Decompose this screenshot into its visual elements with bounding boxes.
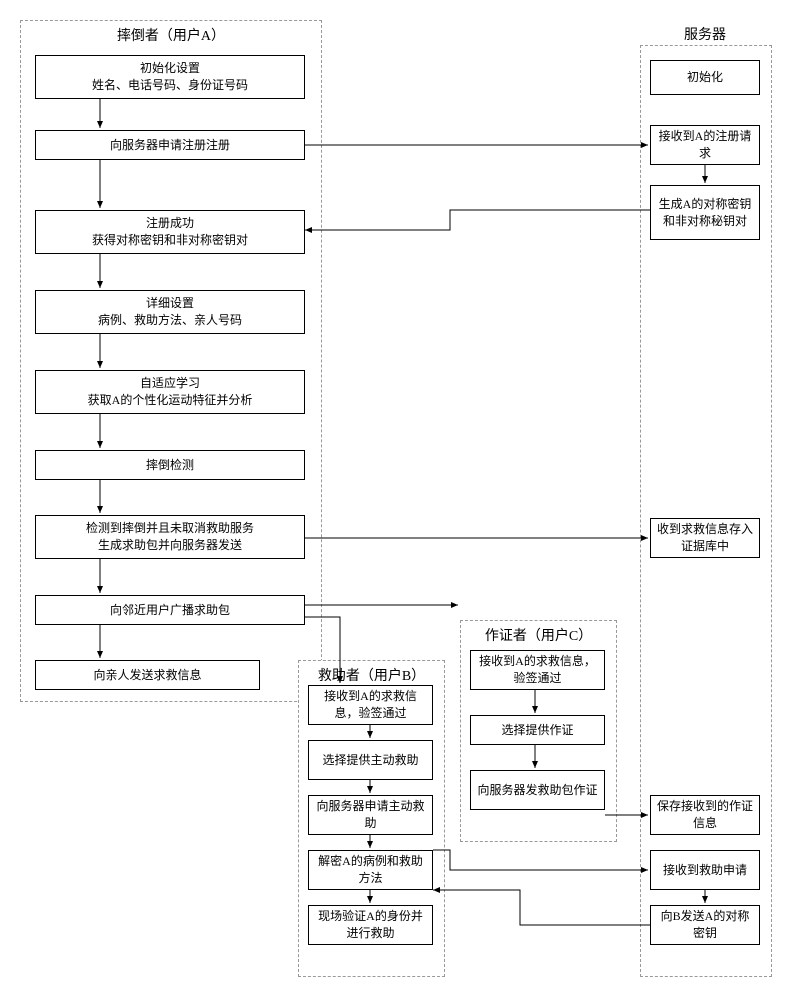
box-s-recv-reg-text: 接收到A的注册请求 <box>657 128 753 162</box>
box-a-family: 向亲人发送求救信息 <box>35 660 260 690</box>
box-b-recv: 接收到A的求救信息，验签通过 <box>308 685 433 725</box>
box-s-init: 初始化 <box>650 60 760 95</box>
box-s-init-text: 初始化 <box>687 69 723 86</box>
box-b-verify: 现场验证A的身份并进行救助 <box>308 905 433 945</box>
box-a-learn: 自适应学习 获取A的个性化运动特征并分析 <box>35 370 305 414</box>
box-b-apply: 向服务器申请主动救助 <box>308 795 433 835</box>
box-s-recv-sos: 收到求救信息存入证据库中 <box>650 518 760 558</box>
box-a-learn-l2: 获取A的个性化运动特征并分析 <box>88 392 253 409</box>
box-c-send: 向服务器发救助包作证 <box>470 770 605 810</box>
box-a-broadcast-text: 向邻近用户广播求助包 <box>110 602 230 619</box>
box-c-choose: 选择提供作证 <box>470 715 605 745</box>
box-s-save-witness-text: 保存接收到的作证信息 <box>657 798 753 832</box>
box-c-recv: 接收到A的求救信息，验签通过 <box>470 650 605 690</box>
box-a-register-ok: 注册成功 获得对称密钥和非对称密钥对 <box>35 210 305 254</box>
box-a-broadcast: 向邻近用户广播求助包 <box>35 595 305 625</box>
box-a-family-text: 向亲人发送求救信息 <box>93 667 201 684</box>
box-b-decrypt: 解密A的病例和救助方法 <box>308 850 433 890</box>
box-a-init: 初始化设置 姓名、电话号码、身份证号码 <box>35 55 305 99</box>
box-a-fall: 检测到摔倒并且未取消救助服务 生成求助包并向服务器发送 <box>35 515 305 559</box>
box-s-recv-sos-text: 收到求救信息存入证据库中 <box>657 521 753 555</box>
box-s-genkey: 生成A的对称密钥和非对称秘钥对 <box>650 185 760 240</box>
box-a-register-ok-l2: 获得对称密钥和非对称密钥对 <box>92 232 248 249</box>
box-b-recv-text: 接收到A的求救信息，验签通过 <box>315 688 426 722</box>
box-b-decrypt-text: 解密A的病例和救助方法 <box>315 853 426 887</box>
box-s-save-witness: 保存接收到的作证信息 <box>650 795 760 835</box>
box-a-fall-l1: 检测到摔倒并且未取消救助服务 <box>86 520 254 537</box>
box-c-recv-text: 接收到A的求救信息，验签通过 <box>477 653 598 687</box>
box-s-genkey-text: 生成A的对称密钥和非对称秘钥对 <box>657 196 753 230</box>
box-a-learn-l1: 自适应学习 <box>140 375 200 392</box>
box-s-recv-rescue-text: 接收到救助申请 <box>663 862 747 879</box>
lane-user-a-title: 摔倒者（用户A） <box>21 21 321 49</box>
box-a-detect: 摔倒检测 <box>35 450 305 480</box>
box-b-verify-text: 现场验证A的身份并进行救助 <box>315 908 426 942</box>
box-a-register-text: 向服务器申请注册注册 <box>110 137 230 154</box>
box-a-detail-l1: 详细设置 <box>146 295 194 312</box>
box-a-detect-text: 摔倒检测 <box>146 457 194 474</box>
box-a-init-l1: 初始化设置 <box>140 60 200 77</box>
box-s-recv-reg: 接收到A的注册请求 <box>650 125 760 165</box>
box-s-recv-rescue: 接收到救助申请 <box>650 850 760 890</box>
box-b-choose: 选择提供主动救助 <box>308 740 433 780</box>
box-c-send-text: 向服务器发救助包作证 <box>477 782 597 799</box>
box-s-send-key-text: 向B发送A的对称密钥 <box>657 908 753 942</box>
box-a-init-l2: 姓名、电话号码、身份证号码 <box>92 77 248 94</box>
box-b-choose-text: 选择提供主动救助 <box>322 752 418 769</box>
box-s-send-key: 向B发送A的对称密钥 <box>650 905 760 945</box>
box-c-choose-text: 选择提供作证 <box>501 722 573 739</box>
box-b-apply-text: 向服务器申请主动救助 <box>315 798 426 832</box>
box-a-detail: 详细设置 病例、救助方法、亲人号码 <box>35 290 305 334</box>
box-a-fall-l2: 生成求助包并向服务器发送 <box>98 537 242 554</box>
lane-server-title: 服务器 <box>640 20 770 48</box>
box-a-register: 向服务器申请注册注册 <box>35 130 305 160</box>
box-a-detail-l2: 病例、救助方法、亲人号码 <box>98 312 242 329</box>
box-a-register-ok-l1: 注册成功 <box>146 215 194 232</box>
lane-user-c-title: 作证者（用户C） <box>461 621 616 649</box>
